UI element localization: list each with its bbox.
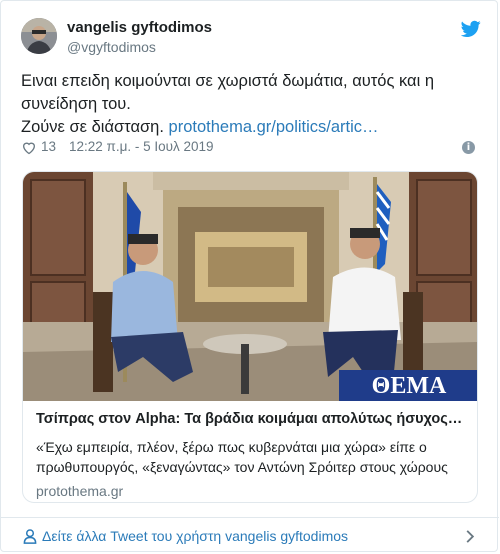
card-domain[interactable]: protothema.gr [36,483,466,499]
tweet-text-prefix: Ζούνε σε διάσταση. [21,118,169,136]
tweet-text-line: συνείδηση του. [21,95,131,113]
image-watermark: ΘΕΜΑ [372,373,447,399]
card-title[interactable]: Τσίπρας στον Alpha: Τα βράδια κοιμάμαι α… [36,410,466,429]
tweet-header: vangelis gyftodimos @vgyftodimos [21,18,481,58]
author-name[interactable]: vangelis gyftodimos [67,19,212,36]
tweet-text-line: Ειναι επειδη κοιμούνται σε χωριστά δωμάτ… [21,72,435,90]
card-description-line: πρωθυπουργός, «ξεναγώντας» τον Αντώνη Σρ… [36,459,448,475]
card-description-line: «Έχω εμπειρία, πλέον, ξέρω πως κυβερνάτα… [36,439,427,455]
link-card[interactable]: ΘΕΜΑ Τσίπρας στον Alpha: Τα βράδια κοιμά… [22,171,478,503]
person-icon [23,529,37,544]
info-icon[interactable]: i [462,141,475,154]
twitter-bird-icon[interactable] [461,20,481,38]
card-body: Τσίπρας στον Alpha: Τα βράδια κοιμάμαι α… [36,410,466,499]
card-image: ΘΕΜΑ [23,172,477,401]
tweet-text: Ειναι επειδη κοιμούνται σε χωριστά δωμάτ… [21,70,481,139]
card-description: «Έχω εμπειρία, πλέον, ξέρω πως κυβερνάτα… [36,437,466,477]
tweet-meta: 13 12:22 π.μ. - 5 Ιουλ 2019 i [21,139,481,157]
more-tweets-link[interactable]: Δείτε άλλα Tweet του χρήστη vangelis gyf… [42,528,348,544]
author-handle[interactable]: @vgyftodimos [67,39,156,55]
like-count[interactable]: 13 [41,139,56,154]
embedded-tweet: vangelis gyftodimos @vgyftodimos Ειναι ε… [0,0,499,553]
chevron-right-icon[interactable] [465,529,475,544]
tweet-link[interactable]: protothema.gr/politics/artic… [169,118,379,136]
more-tweets-footer[interactable]: Δείτε άλλα Tweet του χρήστη vangelis gyf… [1,517,499,553]
tweet-text-line: Ζούνε σε διάσταση. protothema.gr/politic… [21,116,481,139]
heart-icon[interactable] [21,140,37,155]
timestamp[interactable]: 12:22 π.μ. - 5 Ιουλ 2019 [69,139,214,154]
avatar[interactable] [21,18,57,54]
